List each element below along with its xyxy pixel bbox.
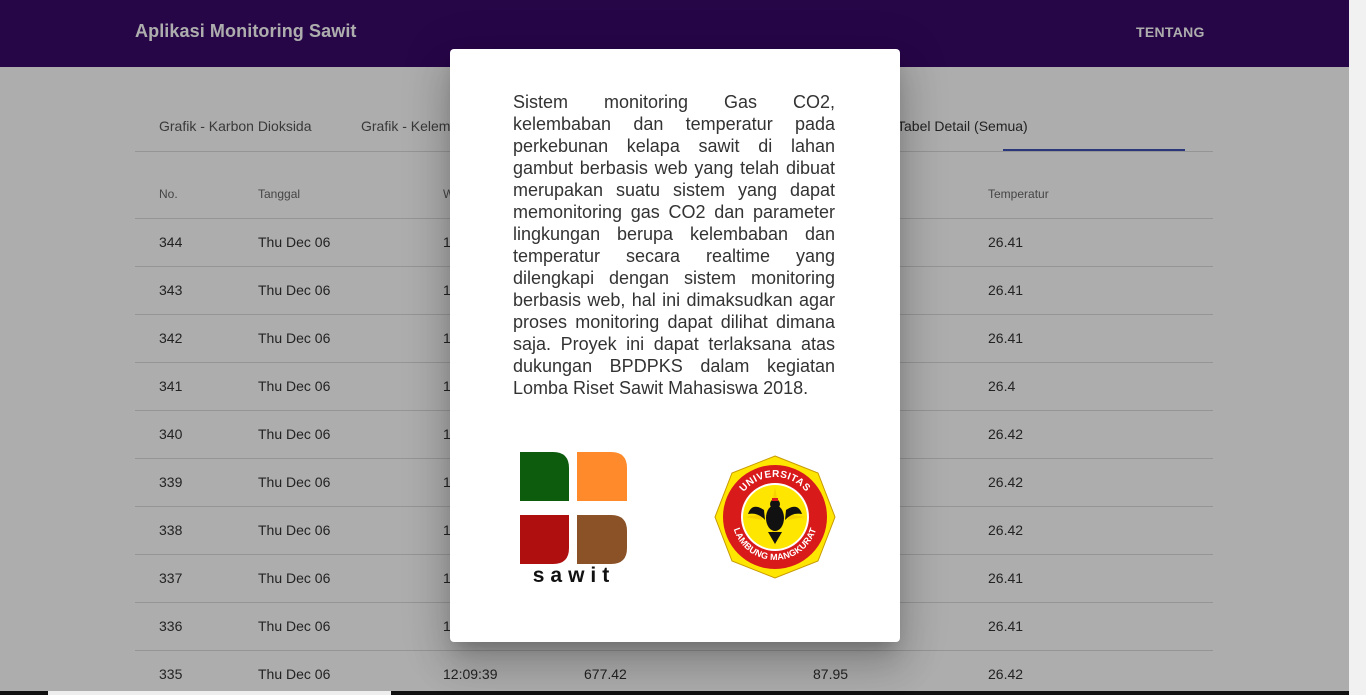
ulm-logo: UNIVERSITAS LAMBUNG MANGKURAT — [714, 455, 836, 579]
about-text: Sistem monitoring Gas CO2, kelembaban da… — [513, 92, 835, 398]
bottom-strip — [0, 691, 1349, 695]
scrollbar[interactable] — [1349, 0, 1366, 695]
sawit-logo-text: sawit — [533, 564, 616, 586]
about-dialog: Sistem monitoring Gas CO2, kelembaban da… — [450, 49, 900, 642]
sawit-logo: sawit — [520, 452, 627, 586]
